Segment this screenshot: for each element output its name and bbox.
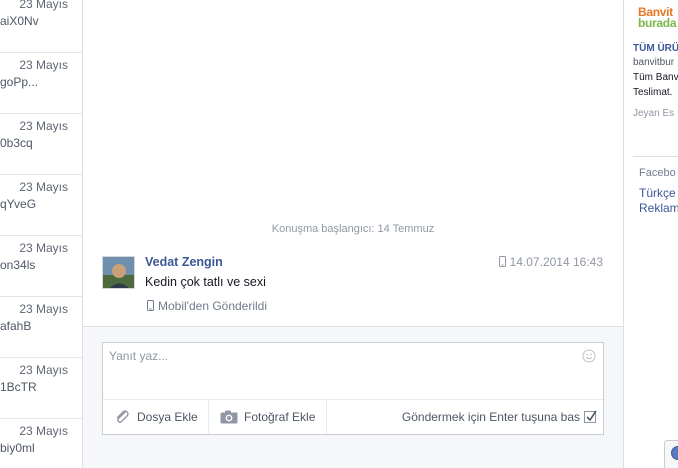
- message-timestamp: 14.07.2014 16:43: [498, 255, 603, 270]
- composer-toolbar: Dosya Ekle Fotoğraf Ekle Göndermek için …: [103, 399, 603, 434]
- attach-file-label: Dosya Ekle: [137, 410, 198, 424]
- thread-date: 23 Mayıs: [19, 0, 68, 11]
- thread-item[interactable]: 23 Mayıs goPp...: [0, 53, 82, 114]
- reply-input[interactable]: [109, 349, 579, 394]
- thread-date: 23 Mayıs: [19, 58, 68, 72]
- ad-logo[interactable]: Banvit burada: [638, 5, 678, 30]
- thread-item[interactable]: 23 Mayıs on34ls: [0, 236, 82, 297]
- divider: [633, 156, 678, 157]
- footer-brand: Facebo: [639, 167, 676, 179]
- ad-social-context: Jeyan Es: [633, 108, 675, 119]
- ad-body-line2: Teslimat.: [633, 87, 673, 98]
- conversation-start-label: Konuşma başlangıcı: 14 Temmuz: [271, 223, 435, 235]
- composer-area: Dosya Ekle Fotoğraf Ekle Göndermek için …: [83, 326, 623, 468]
- ad-title-link[interactable]: TÜM ÜRÜ: [633, 43, 678, 54]
- thread-item[interactable]: 23 Mayıs 0b3cq: [0, 114, 82, 175]
- attach-photo-button[interactable]: Fotoğraf Ekle: [209, 400, 327, 434]
- thread-snippet: qYveG: [0, 197, 37, 211]
- thread-snippet: on34ls: [0, 258, 36, 272]
- thread-date: 23 Mayıs: [19, 424, 68, 438]
- thread-date: 23 Mayıs: [19, 119, 68, 133]
- sender-name-link[interactable]: Vedat Zengin: [145, 255, 223, 269]
- thread-date: 23 Mayıs: [19, 241, 68, 255]
- globe-icon: [671, 446, 678, 460]
- message-source-text: Mobil'den Gönderildi: [158, 299, 268, 313]
- mobile-phone-icon: [498, 256, 506, 270]
- enter-to-send-label: Göndermek için Enter tuşuna bas: [401, 410, 580, 424]
- chat-tab[interactable]: [664, 440, 678, 468]
- message-source: Mobil'den Gönderildi: [147, 299, 267, 314]
- sender-avatar[interactable]: [102, 256, 135, 289]
- enter-to-send-toggle[interactable]: Göndermek için Enter tuşuna bas: [401, 410, 597, 424]
- ad-body-line1: Tüm Banv: [633, 72, 678, 83]
- footer-ads-link[interactable]: Reklam: [639, 201, 678, 215]
- thread-snippet: 0b3cq: [0, 136, 33, 150]
- thread-item[interactable]: 23 Mayıs 1BcTR: [0, 358, 82, 419]
- thread-snippet: goPp...: [0, 75, 39, 89]
- attach-file-button[interactable]: Dosya Ekle: [103, 400, 209, 434]
- thread-item[interactable]: 23 Mayıs afahB: [0, 297, 82, 358]
- thread-item[interactable]: 23 Mayıs qYveG: [0, 175, 82, 236]
- thread-snippet: biy0ml: [0, 441, 35, 455]
- thread-snippet: 1BcTR: [0, 380, 37, 394]
- message-timestamp-text: 14.07.2014 16:43: [509, 255, 603, 269]
- message-text: Kedin çok tatlı ve sexi: [145, 275, 266, 289]
- thread-snippet: aiX0Nv: [0, 14, 39, 28]
- right-column: Banvit burada TÜM ÜRÜ banvitbur Tüm Banv…: [623, 0, 678, 468]
- emoji-icon[interactable]: [582, 349, 596, 363]
- thread-item[interactable]: 23 Mayıs biy0ml: [0, 419, 82, 468]
- attach-photo-label: Fotoğraf Ekle: [244, 410, 316, 424]
- ad-logo-line2: burada: [638, 16, 677, 30]
- thread-date: 23 Mayıs: [19, 302, 68, 316]
- thread-date: 23 Mayıs: [19, 180, 68, 194]
- mobile-phone-icon: [147, 300, 154, 314]
- footer-language-link[interactable]: Türkçe: [639, 186, 676, 200]
- thread-snippet: afahB: [0, 319, 32, 333]
- paperclip-icon: [113, 408, 131, 429]
- camera-icon: [220, 410, 238, 427]
- enter-to-send-checkbox[interactable]: [584, 410, 597, 423]
- conversation-pane: Konuşma başlangıcı: 14 Temmuz Vedat Zeng…: [83, 0, 623, 326]
- ad-url: banvitbur: [633, 57, 675, 68]
- reply-composer: Dosya Ekle Fotoğraf Ekle Göndermek için …: [102, 342, 604, 435]
- thread-date: 23 Mayıs: [19, 363, 68, 377]
- thread-list: 23 Mayıs aiX0Nv 23 Mayıs goPp... 23 Mayı…: [0, 0, 83, 468]
- thread-item[interactable]: 23 Mayıs aiX0Nv: [0, 0, 82, 53]
